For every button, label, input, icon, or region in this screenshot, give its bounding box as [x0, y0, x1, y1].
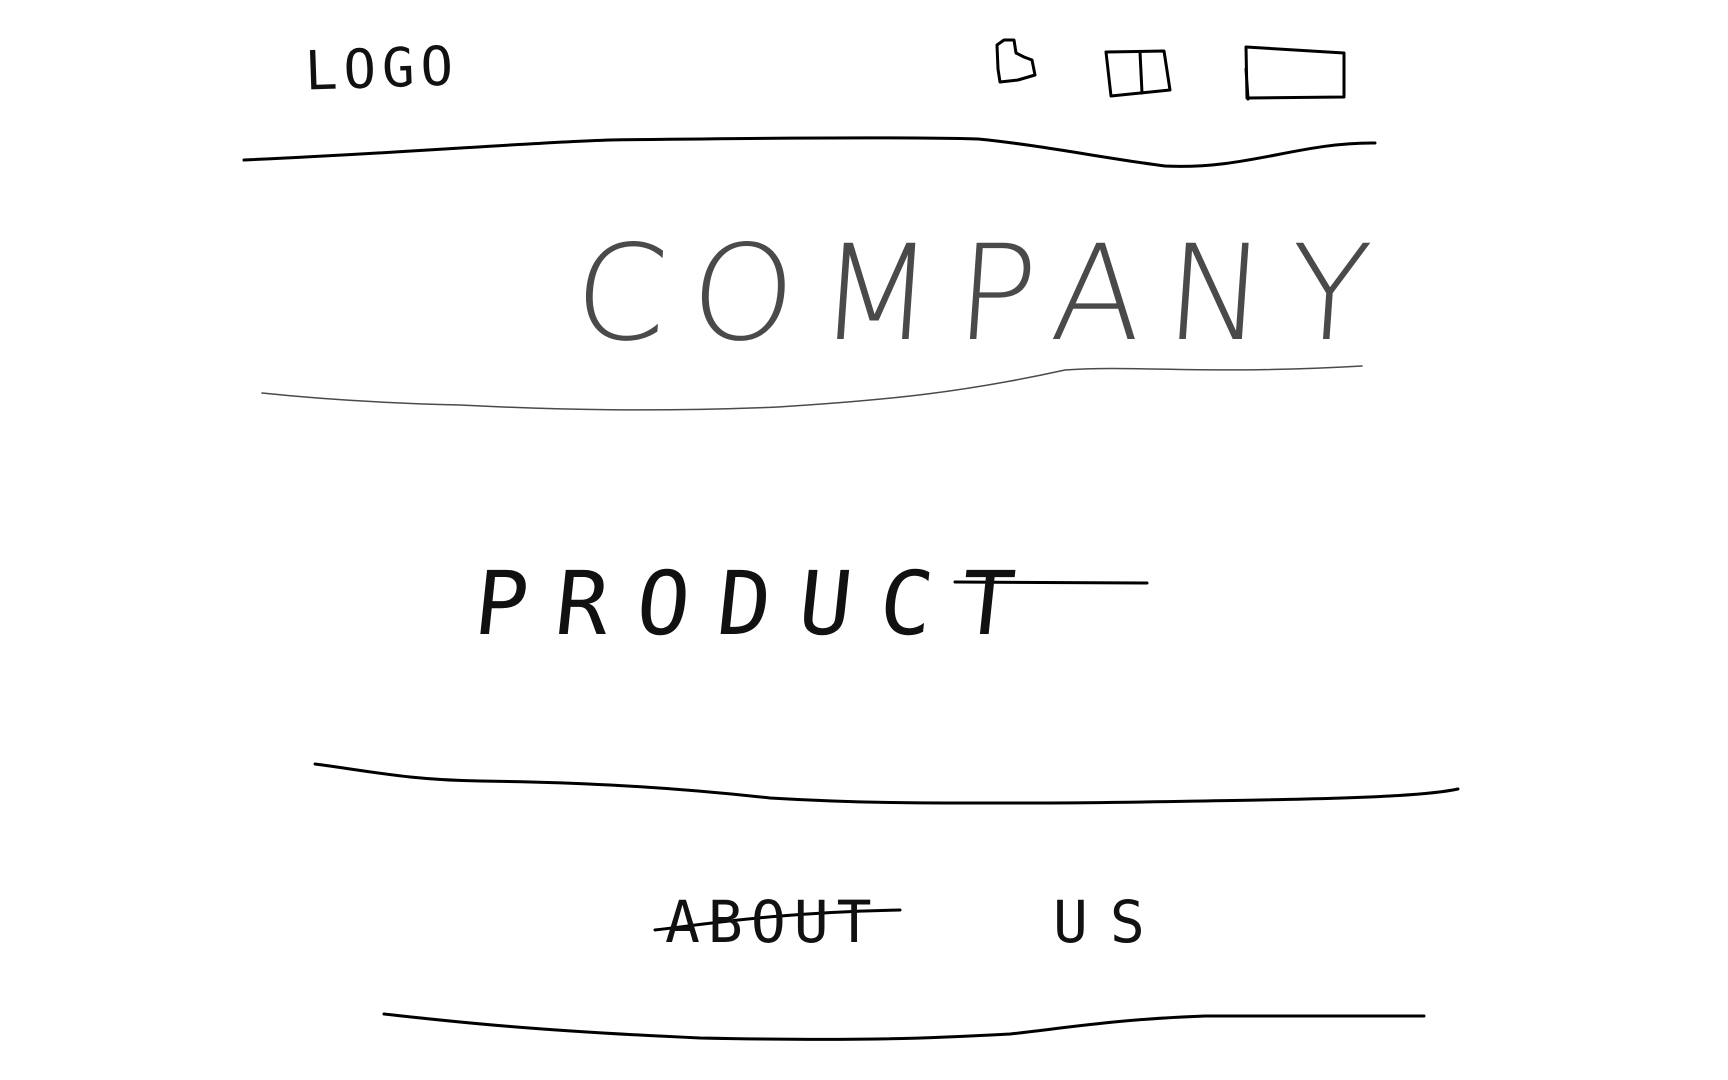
about-us-section-label-about[interactable]: ABOUT: [665, 893, 880, 951]
about-section-bottom-line: [382, 1012, 1426, 1041]
header-icon-three-sketch[interactable]: [1244, 45, 1346, 101]
logo-text[interactable]: LOGO: [304, 34, 460, 102]
about-us-section-label-us[interactable]: US: [1053, 893, 1167, 951]
header-icon-two-sketch[interactable]: [1104, 49, 1172, 98]
product-section-label[interactable]: PRODUCT: [470, 552, 1048, 655]
company-section-bottom-line: [261, 365, 1363, 411]
header-separator-line: [242, 136, 1377, 168]
product-section-bottom-line: [313, 762, 1460, 805]
header-icon-one-sketch[interactable]: [995, 38, 1037, 84]
company-title: COMPANY: [569, 217, 1400, 371]
